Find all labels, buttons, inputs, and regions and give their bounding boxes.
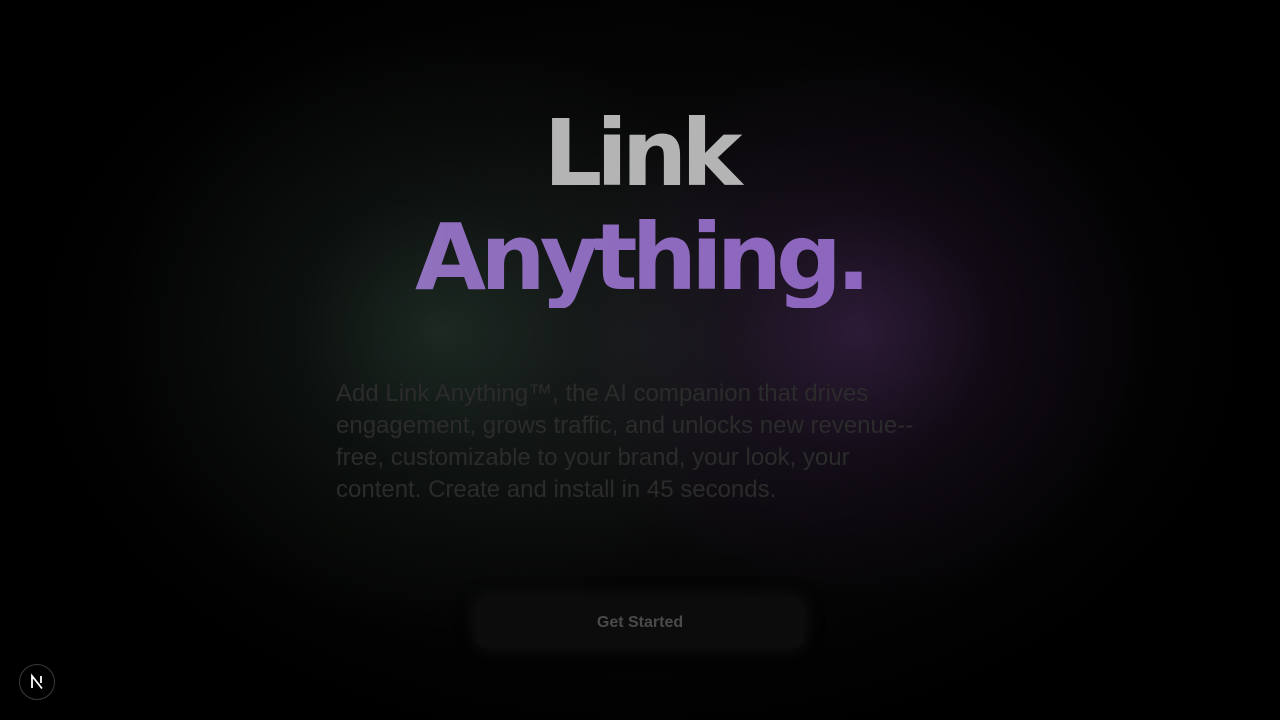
- hero-title-line1: Link: [543, 100, 743, 207]
- hero-title-line2: Anything.: [0, 208, 1280, 308]
- nextjs-badge[interactable]: [19, 664, 55, 700]
- hero-section: Link Anything. Add Link Anything™, the A…: [0, 0, 1280, 720]
- hero-tagline: Add Link Anything™, the AI companion tha…: [336, 380, 914, 503]
- nextjs-logo-icon: [28, 673, 46, 691]
- get-started-button[interactable]: Get Started: [476, 598, 804, 648]
